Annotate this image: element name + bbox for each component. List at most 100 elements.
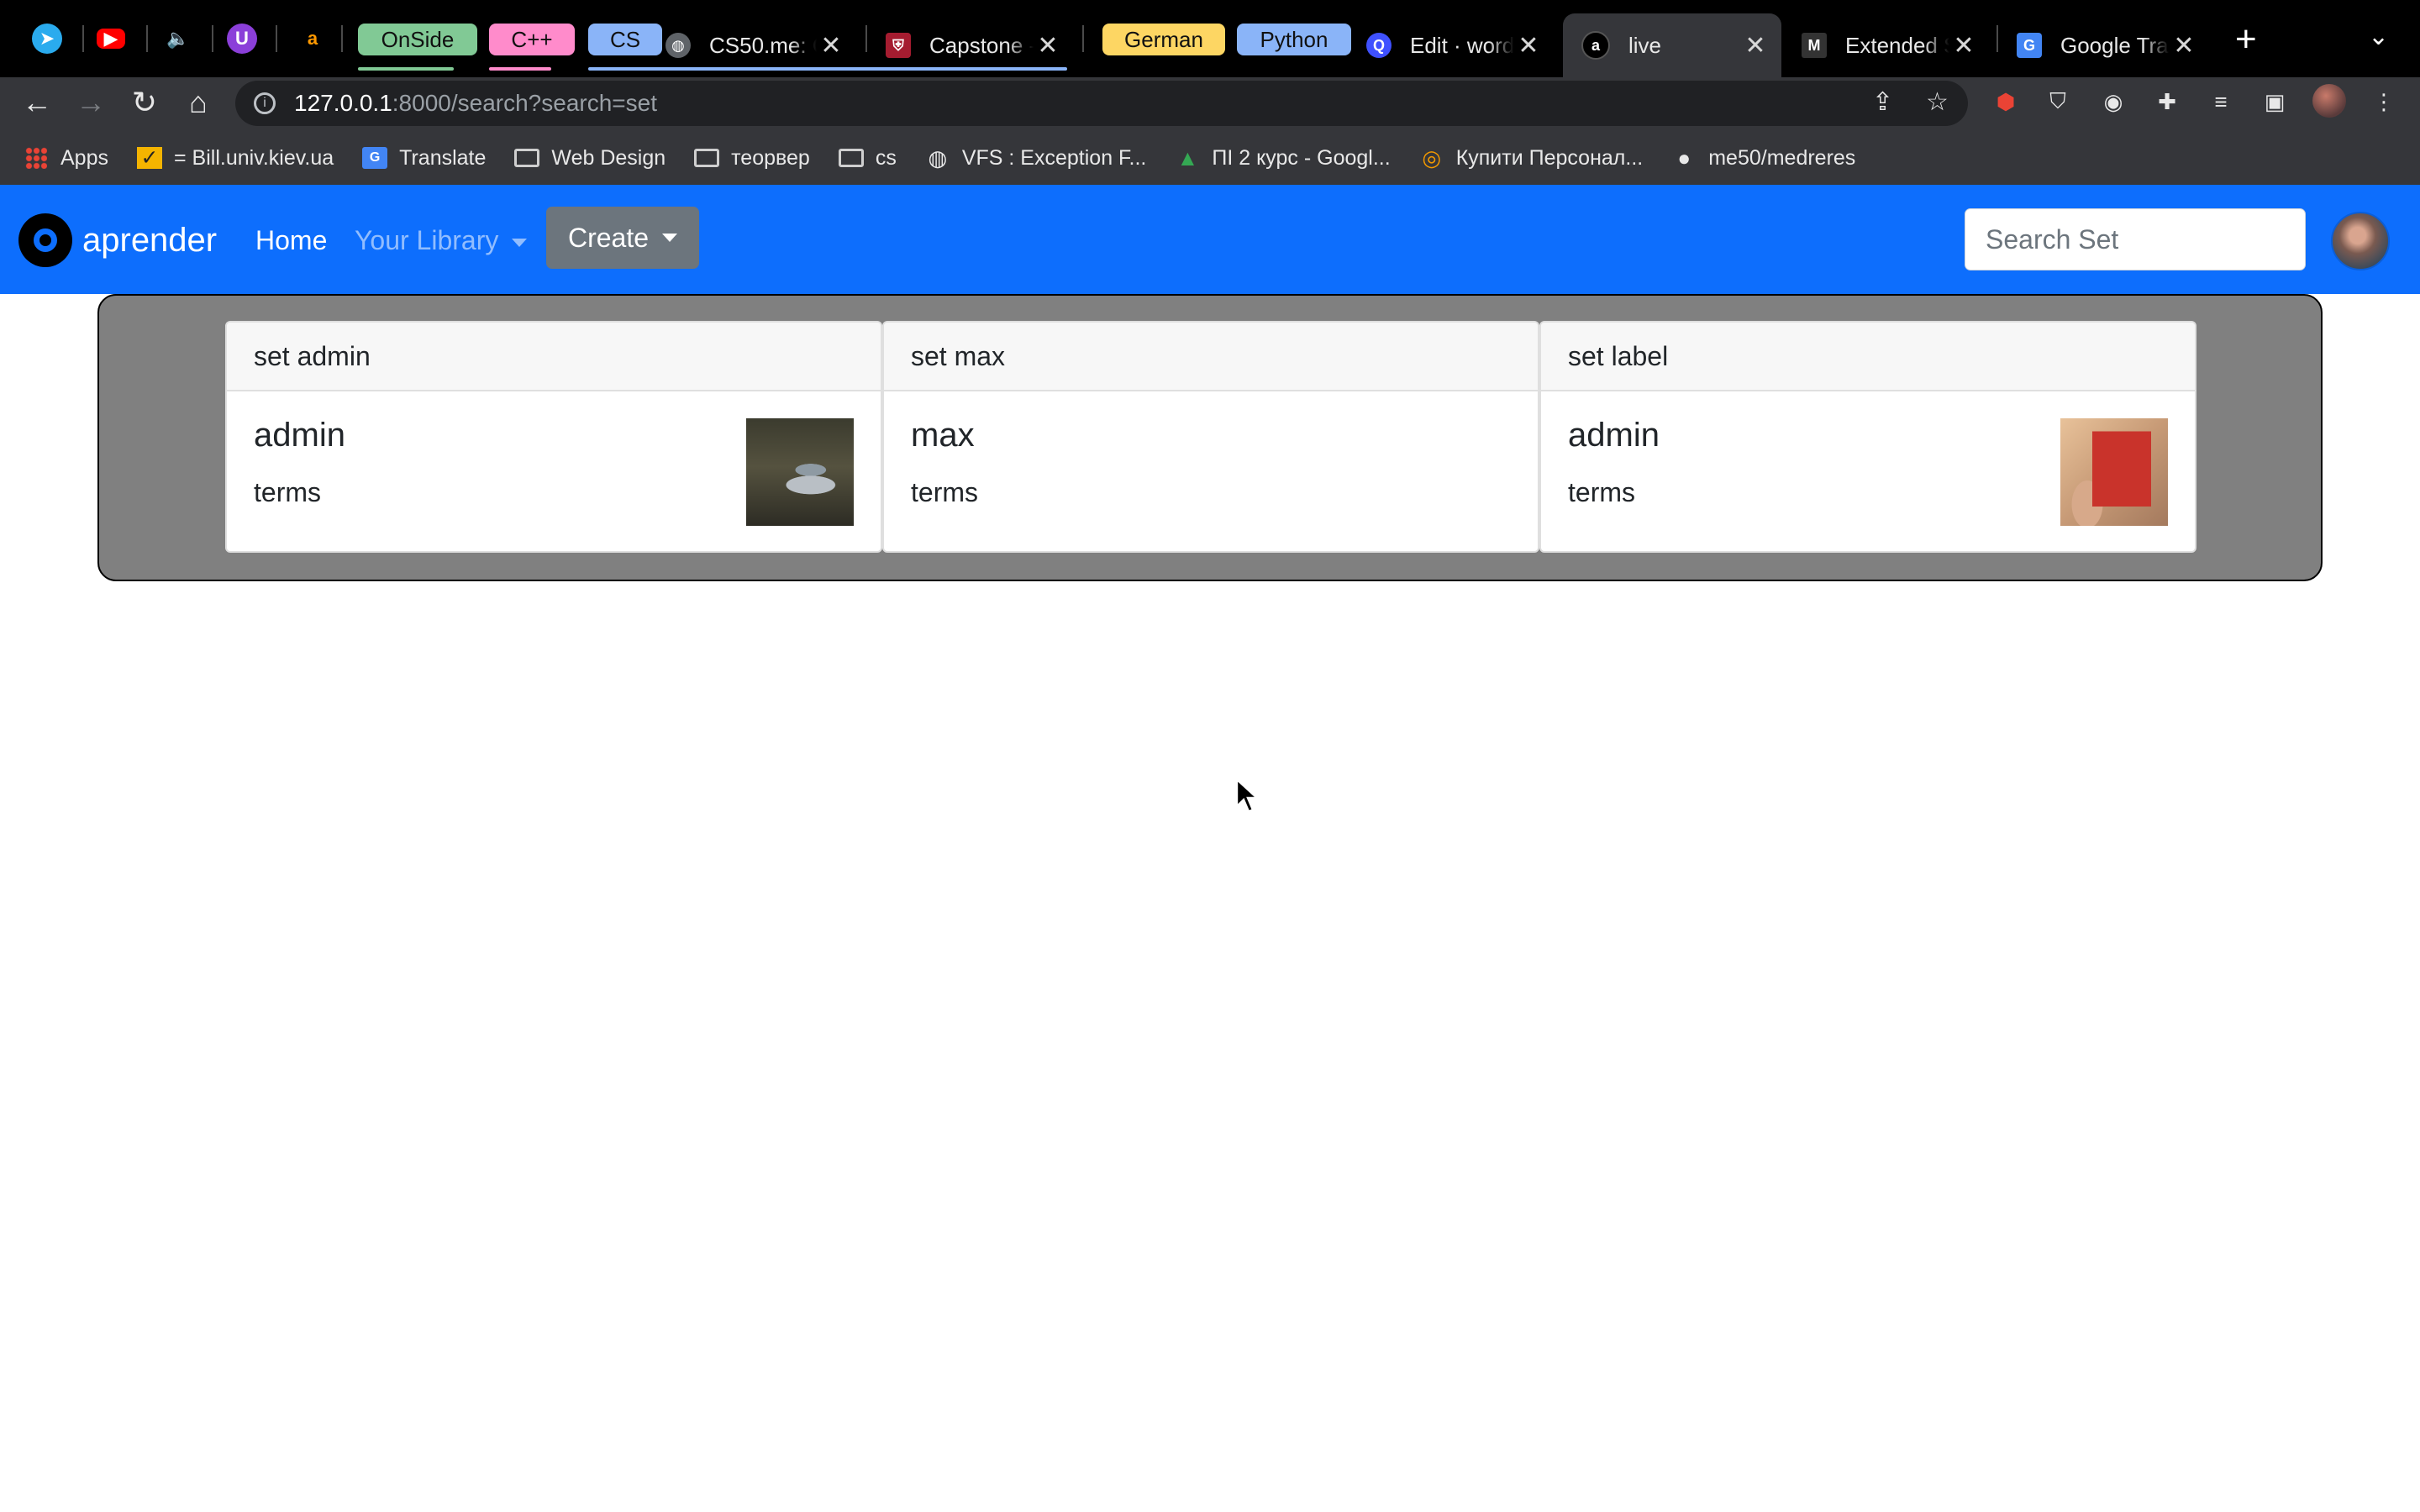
set-card-header: set label [1541, 323, 2195, 391]
tab-separator [82, 25, 84, 52]
more-menu-icon[interactable]: ⋮ [2368, 86, 2400, 118]
reload-icon[interactable]: ↻ [126, 84, 163, 121]
bookmark-vfs[interactable]: ◍ VFS : Exception F... [925, 144, 1147, 171]
mouse-cursor-icon [1235, 778, 1260, 813]
set-thumbnail-car-image [746, 418, 854, 526]
home-icon[interactable]: ⌂ [180, 84, 217, 121]
url-host: 127.0.0.1 [294, 90, 392, 116]
bookmark-label: ПІ 2 курс - Googl... [1212, 145, 1391, 170]
camera-icon[interactable]: ◉ [2097, 86, 2129, 118]
set-card-author: max [911, 417, 975, 454]
tab-capstone[interactable]: ⛨ Capstone - ✕ [867, 13, 1074, 77]
set-card-author: admin [254, 417, 345, 454]
tab-live-active[interactable]: a live ✕ [1563, 13, 1781, 77]
bookmark-cs[interactable]: cs [838, 146, 897, 171]
bookmark-label: = Bill.univ.kiev.ua [173, 145, 334, 170]
close-icon[interactable]: ✕ [1034, 31, 1062, 60]
set-card-admin[interactable]: set admin admin terms [225, 321, 882, 553]
tab-title: live [1628, 32, 1662, 58]
close-icon[interactable]: ✕ [817, 31, 845, 60]
set-card-author: admin [1568, 417, 1660, 454]
media-queue-icon[interactable]: ≡ [2205, 86, 2237, 118]
back-arrow-icon[interactable]: ← [18, 84, 55, 121]
search-set-input[interactable] [1965, 208, 2306, 270]
new-tab-plus-icon[interactable]: + [2235, 18, 2257, 60]
bookmark-github[interactable]: ● me50/medreres [1671, 144, 1856, 171]
youtube-icon[interactable]: ▶ [97, 28, 125, 49]
tab-group-onside-underline [358, 67, 454, 71]
tab-separator [341, 25, 343, 52]
bookmark-web-design[interactable]: Web Design [514, 146, 666, 171]
bookmark-star-icon[interactable]: ☆ [1926, 87, 1949, 117]
bookmark-label: Купити Персонал... [1455, 145, 1644, 170]
shield-icon[interactable]: ⛉ [2042, 86, 2074, 118]
url-path: :8000/search?search=set [392, 90, 657, 116]
tab-cs50[interactable]: ◍ CS50.me: C ✕ [647, 13, 857, 77]
aprender-icon: a [1581, 31, 1610, 60]
tab-title: Edit · words [1410, 32, 1514, 58]
close-icon[interactable]: ✕ [1514, 31, 1543, 60]
set-card-max[interactable]: set max max terms [882, 321, 1539, 553]
bookmark-bill[interactable]: ✓ = Bill.univ.kiev.ua [136, 145, 334, 171]
aprender-logo-icon [18, 213, 72, 267]
close-icon[interactable]: ✕ [1949, 31, 1978, 60]
bookmark-label: теорвер [731, 145, 810, 170]
bookmark-kupyty[interactable]: ◎ Купити Персонал... [1419, 144, 1644, 171]
github-icon: ● [1677, 144, 1691, 171]
tab-edit-words[interactable]: Q Edit · words ✕ [1348, 13, 1555, 77]
close-icon[interactable]: ✕ [2170, 31, 2198, 60]
create-label: Create [567, 222, 650, 253]
folder-icon [694, 147, 720, 169]
tab-group-cpp[interactable]: C++ [489, 24, 575, 55]
tab-title: CS50.me: C [709, 32, 817, 58]
bookmark-google-drive[interactable]: ▲ ПІ 2 курс - Googl... [1175, 144, 1391, 171]
close-icon[interactable]: ✕ [1741, 31, 1770, 60]
tab-group-onside[interactable]: OnSide [358, 24, 477, 55]
bookmark-teorver[interactable]: теорвер [694, 146, 810, 171]
browser-tab-strip: ➤ ▶ 🔈 U a OnSide C++ CS ◍ CS50.me: C ✕ ⛨… [0, 0, 2420, 77]
share-icon[interactable]: ⇪ [1872, 87, 1893, 117]
forward-arrow-icon[interactable]: → [72, 84, 109, 121]
bookmarks-bar: Apps ✓ = Bill.univ.kiev.ua G Translate W… [24, 138, 1855, 178]
speaker-icon[interactable]: 🔈 [163, 24, 193, 54]
brand-link[interactable]: aprender [18, 213, 217, 267]
u-extension-icon[interactable]: U [227, 24, 257, 54]
telegram-icon[interactable]: ➤ [32, 24, 62, 54]
set-card-header: set admin [227, 323, 881, 391]
side-panel-icon[interactable]: ▣ [2259, 86, 2291, 118]
set-card-terms: terms [911, 477, 978, 507]
bookmark-label: Apps [60, 145, 108, 170]
tab-extended[interactable]: M Extended S ✕ [1783, 13, 1990, 77]
tab-separator [146, 25, 148, 52]
set-thumbnail-book-image [2060, 418, 2168, 526]
google-translate-icon: G [2017, 33, 2042, 58]
nav-your-library-dropdown[interactable]: Your Library [355, 225, 528, 256]
adblock-icon[interactable]: ⬢ [1990, 86, 2022, 118]
tab-group-python[interactable]: Python [1237, 24, 1351, 55]
fingerprint-icon: ◎ [1422, 144, 1442, 171]
apps-grid-icon [24, 147, 49, 169]
set-card-label[interactable]: set label admin terms [1539, 321, 2196, 553]
browser-profile-avatar[interactable] [2312, 84, 2346, 118]
user-avatar[interactable] [2331, 212, 2390, 270]
tab-separator [1082, 25, 1084, 52]
address-bar[interactable]: i 127.0.0.1:8000/search?search=set [235, 81, 1968, 126]
google-drive-icon: ▲ [1176, 144, 1199, 171]
tab-group-german[interactable]: German [1102, 24, 1225, 55]
set-card-terms: terms [254, 477, 321, 507]
tab-search-chevron-icon[interactable]: ⌄ [2368, 22, 2389, 51]
bookmark-apps[interactable]: Apps [24, 146, 108, 171]
create-dropdown-button[interactable]: Create [546, 207, 699, 269]
globe-icon: ◍ [928, 144, 948, 171]
tab-google-translate[interactable]: G Google Tran ✕ [1998, 13, 2210, 77]
amazon-icon[interactable]: a [297, 24, 328, 54]
site-info-icon[interactable]: i [254, 92, 276, 114]
extensions-puzzle-icon[interactable]: ✚ [2151, 86, 2183, 118]
tab-title: Capstone - [929, 32, 1034, 58]
caret-down-icon [662, 234, 678, 242]
bookmark-label: me50/medreres [1708, 145, 1856, 170]
folder-icon [514, 147, 540, 169]
set-card-header: set max [884, 323, 1538, 391]
bookmark-translate[interactable]: G Translate [362, 146, 486, 171]
nav-home-link[interactable]: Home [255, 225, 327, 256]
